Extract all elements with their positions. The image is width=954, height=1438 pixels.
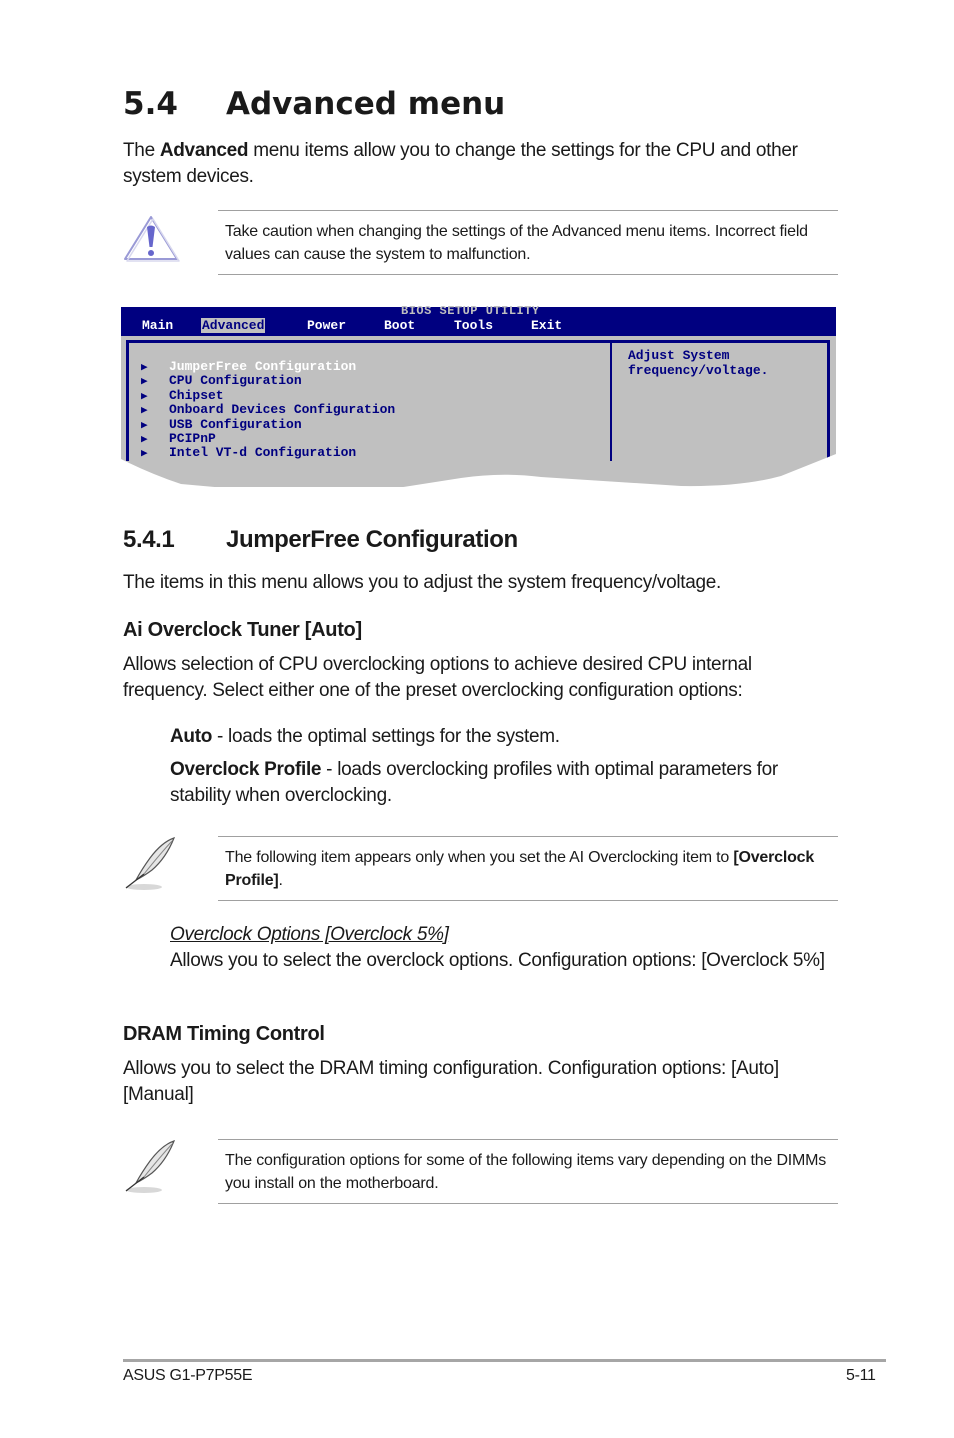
overclock-options-description: Allows you to select the overclock optio… [170,950,825,971]
section-heading: 5.4 Advanced menu [123,86,505,122]
footer-page-number: 5-11 [846,1367,876,1384]
bios-screenshot: BIOS SETUP UTILITY Main Advanced Power B… [121,304,836,494]
bios-item-onboard-devices[interactable]: ▶ Onboard Devices Configuration [141,402,395,418]
footer-product: ASUS G1-P7P55E [123,1367,253,1384]
bios-help-text: Adjust System frequency/voltage. [628,348,769,378]
note-callout-2: The configuration options for some of th… [218,1139,838,1204]
bios-tab-tools[interactable]: Tools [453,318,494,333]
feather-pen-icon [122,1139,180,1200]
bios-tab-advanced[interactable]: Advanced [201,318,266,333]
submenu-arrow-icon: ▶ [141,362,148,374]
overclock-options-heading: Overclock Options [Overclock 5%] [170,924,449,945]
submenu-arrow-icon: ▶ [141,419,148,432]
bios-item-cpu[interactable]: ▶ CPU Configuration [141,374,395,389]
submenu-arrow-icon: ▶ [141,433,148,446]
caution-text: Take caution when changing the settings … [225,223,808,263]
ai-overclock-heading: Ai Overclock Tuner [Auto] [123,619,362,641]
subsection-intro: The items in this menu allows you to adj… [123,572,722,593]
torn-edge [121,454,836,494]
bios-panel: ▶ JumperFree Configuration ▶ CPU Configura… [121,336,836,494]
bios-item-usb[interactable]: ▶ USB Configuration [141,417,395,432]
bios-tab-boot[interactable]: Boot [383,318,416,333]
caution-callout: Take caution when changing the settings … [218,210,838,275]
submenu-arrow-icon: ▶ [141,376,148,389]
footer-divider [123,1359,886,1362]
feather-pen-icon [122,836,180,897]
subsection-number: 5.4.1 [123,526,175,553]
subsection-title: JumperFree Configuration [226,526,518,553]
dram-description: Allows you to select the DRAM timing con… [123,1058,779,1105]
note-callout-1: The following item appears only when you… [218,836,838,901]
bios-tab-main[interactable]: Main [141,318,174,333]
bios-item-list: ▶ JumperFree Configuration ▶ CPU Configura… [141,359,395,461]
section-title: Advanced menu [226,86,506,122]
dram-heading: DRAM Timing Control [123,1023,325,1045]
bios-item-pcipnp[interactable]: ▶ PCIPnP [141,431,395,446]
intro-bold-term: Advanced [159,140,249,161]
option-overclock-profile: Overclock Profile - loads overclocking p… [170,759,778,806]
bios-title: BIOS SETUP UTILITY [401,304,540,318]
option-auto: Auto - loads the optimal settings for th… [170,726,560,747]
submenu-arrow-icon: ▶ [141,405,148,418]
bios-header-bar: BIOS SETUP UTILITY Main Advanced Power B… [121,304,836,336]
option-name: Overclock Profile [170,759,322,780]
option-name: Auto [170,726,213,747]
section-intro: The Advanced menu items allow you to cha… [123,140,798,187]
bios-tab-power[interactable]: Power [306,318,347,333]
note-text: The configuration options for some of th… [225,1152,827,1192]
note-text: The following item appears only when you… [225,849,734,866]
bios-item-jumperfree[interactable]: ▶ JumperFree Configuration [141,359,395,374]
ai-overclock-description: Allows selection of CPU overclocking opt… [123,654,752,701]
warning-triangle-icon [122,214,180,267]
subsection-heading: 5.4.1 JumperFree Configuration [123,526,518,554]
bios-tab-exit[interactable]: Exit [530,318,563,333]
bios-item-chipset[interactable]: ▶ Chipset [141,388,395,403]
submenu-arrow-icon: ▶ [141,390,148,403]
section-number: 5.4 [123,86,178,122]
